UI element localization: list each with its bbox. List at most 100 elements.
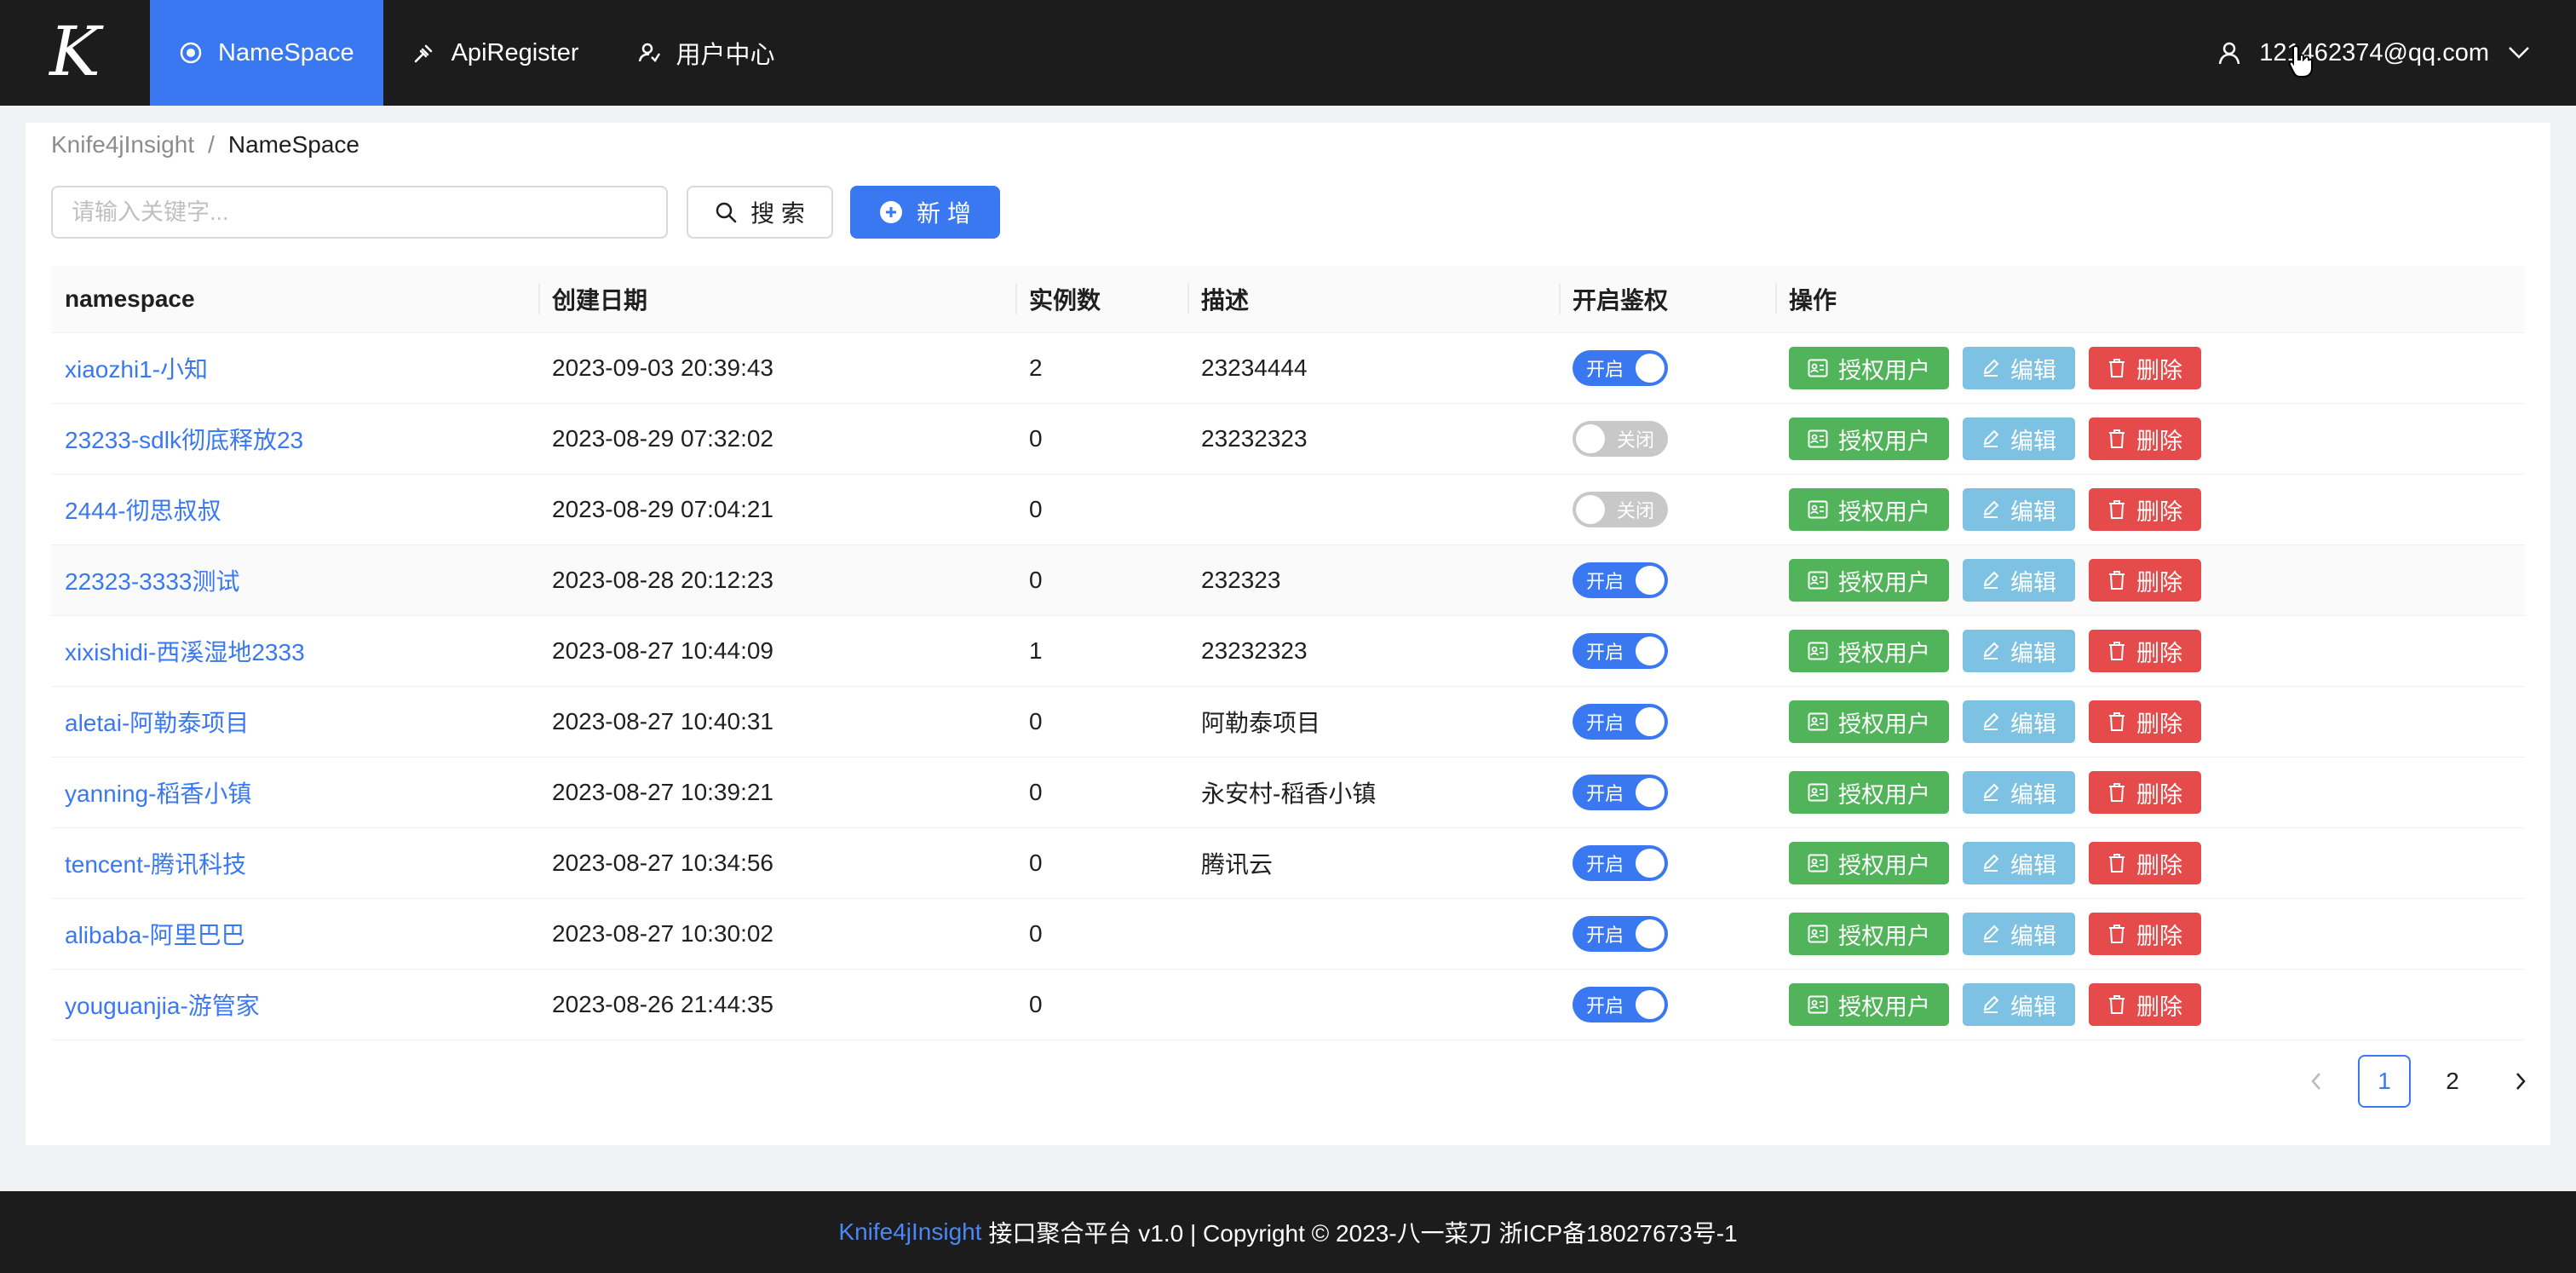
auth-toggle[interactable]: 开启 (1573, 916, 1668, 952)
nav-item-namespace[interactable]: NameSpace (150, 0, 383, 106)
auth-toggle[interactable]: 开启 (1573, 775, 1668, 810)
auth-toggle[interactable]: 关闭 (1573, 421, 1668, 457)
delete-button[interactable]: 删除 (2089, 700, 2201, 743)
namespace-link[interactable]: xixishidi-西溪湿地2333 (65, 639, 305, 665)
trash-icon (2107, 570, 2126, 590)
namespace-link[interactable]: 23233-sdlk彻底释放23 (65, 427, 303, 453)
created-date-cell: 2023-08-27 10:34:56 (552, 850, 773, 876)
namespace-link[interactable]: 22323-3333测试 (65, 568, 239, 595)
actions-cell: 授权用户 编辑 删除 (1775, 842, 2525, 884)
created-date-cell: 2023-08-26 21:44:35 (552, 991, 773, 1017)
auth-toggle[interactable]: 开启 (1573, 350, 1668, 386)
actions-cell: 授权用户 编辑 删除 (1775, 559, 2525, 602)
toggle-knob (1636, 778, 1665, 807)
edit-icon (1981, 712, 2000, 731)
instance-count-cell: 0 (1029, 496, 1043, 522)
page-1-button[interactable]: 1 (2358, 1055, 2411, 1108)
instance-count-cell: 2 (1029, 354, 1043, 381)
edit-button[interactable]: 编辑 (1963, 983, 2075, 1026)
description-cell: 腾讯云 (1201, 851, 1274, 878)
namespace-cell: yanning-稻香小镇 (51, 775, 538, 809)
authorize-users-button[interactable]: 授权用户 (1789, 418, 1949, 460)
edit-icon (1981, 783, 2000, 802)
delete-label: 删除 (2136, 357, 2182, 383)
delete-button[interactable]: 删除 (2089, 347, 2201, 389)
instance-count-cell: 0 (1029, 708, 1043, 734)
edit-button[interactable]: 编辑 (1963, 842, 2075, 884)
nav-item-user-center[interactable]: 用户中心 (608, 0, 804, 106)
table-header: namespace 创建日期 实例数 描述 开启鉴权 操作 (51, 266, 2525, 333)
edit-button[interactable]: 编辑 (1963, 771, 2075, 814)
delete-button[interactable]: 删除 (2089, 488, 2201, 531)
breadcrumb-root[interactable]: Knife4jInsight (51, 131, 194, 158)
delete-button[interactable]: 删除 (2089, 913, 2201, 955)
auth-toggle[interactable]: 开启 (1573, 562, 1668, 598)
edit-button[interactable]: 编辑 (1963, 488, 2075, 531)
footer-brand-link[interactable]: Knife4jInsight (838, 1218, 981, 1246)
authorize-users-button[interactable]: 授权用户 (1789, 913, 1949, 955)
svg-text:K: K (48, 19, 104, 87)
nav-item-apiregister[interactable]: ApiRegister (383, 0, 608, 106)
namespace-link[interactable]: alibaba-阿里巴巴 (65, 922, 245, 948)
namespace-link[interactable]: aletai-阿勒泰项目 (65, 710, 249, 736)
delete-button[interactable]: 删除 (2089, 771, 2201, 814)
authorize-users-label: 授权用户 (1838, 994, 1930, 1020)
created-date-cell: 2023-08-27 10:40:31 (552, 708, 773, 734)
delete-label: 删除 (2136, 994, 2182, 1020)
delete-button[interactable]: 删除 (2089, 630, 2201, 672)
delete-label: 删除 (2136, 781, 2182, 808)
toggle-knob (1636, 354, 1665, 383)
created-date-cell: 2023-08-29 07:04:21 (552, 496, 773, 522)
table-row: yanning-稻香小镇 2023-08-27 10:39:21 0 永安村-稻香小镇… (51, 757, 2525, 828)
authorize-users-button[interactable]: 授权用户 (1789, 771, 1949, 814)
auth-toggle[interactable]: 开启 (1573, 633, 1668, 669)
authorize-users-label: 授权用户 (1838, 357, 1930, 383)
user-menu[interactable]: 121462374@qq.com (2218, 0, 2530, 106)
description-cell: 23232323 (1201, 637, 1308, 664)
edit-label: 编辑 (2010, 357, 2056, 383)
namespace-link[interactable]: yanning-稻香小镇 (65, 781, 251, 807)
auth-toggle[interactable]: 开启 (1573, 987, 1668, 1022)
auth-toggle[interactable]: 开启 (1573, 704, 1668, 740)
edit-button[interactable]: 编辑 (1963, 700, 2075, 743)
page-2-button[interactable]: 2 (2426, 1055, 2479, 1108)
edit-button[interactable]: 编辑 (1963, 559, 2075, 602)
authorize-users-button[interactable]: 授权用户 (1789, 983, 1949, 1026)
edit-button[interactable]: 编辑 (1963, 630, 2075, 672)
created-date-cell: 2023-09-03 20:39:43 (552, 354, 773, 381)
description-cell: 23234444 (1201, 354, 1308, 381)
delete-button[interactable]: 删除 (2089, 559, 2201, 602)
actions-cell: 授权用户 编辑 删除 (1775, 771, 2525, 814)
search-button[interactable]: 搜 索 (687, 186, 833, 239)
authorize-users-button[interactable]: 授权用户 (1789, 700, 1949, 743)
edit-button[interactable]: 编辑 (1963, 418, 2075, 460)
instance-count-cell: 0 (1029, 850, 1043, 876)
auth-toggle[interactable]: 关闭 (1573, 492, 1668, 527)
actions-cell: 授权用户 编辑 删除 (1775, 418, 2525, 460)
trash-icon (2107, 924, 2126, 944)
description-cell: 23232323 (1201, 425, 1308, 452)
edit-button[interactable]: 编辑 (1963, 913, 2075, 955)
delete-button[interactable]: 删除 (2089, 983, 2201, 1026)
prev-page-button[interactable] (2290, 1055, 2343, 1108)
authorize-users-button[interactable]: 授权用户 (1789, 842, 1949, 884)
auth-toggle-label: 开启 (1586, 571, 1624, 592)
delete-button[interactable]: 删除 (2089, 418, 2201, 460)
next-page-button[interactable] (2494, 1055, 2547, 1108)
edit-button[interactable]: 编辑 (1963, 347, 2075, 389)
authorize-users-button[interactable]: 授权用户 (1789, 630, 1949, 672)
namespace-link[interactable]: youguanjia-游管家 (65, 993, 260, 1019)
pagination: 1 2 (2274, 1055, 2547, 1108)
add-button[interactable]: 新 增 (850, 186, 1000, 239)
namespace-link[interactable]: xiaozhi1-小知 (65, 356, 208, 383)
authorize-users-button[interactable]: 授权用户 (1789, 488, 1949, 531)
namespace-link[interactable]: 2444-彻思叔叔 (65, 498, 221, 524)
description-cell: 232323 (1201, 567, 1281, 593)
authorize-users-button[interactable]: 授权用户 (1789, 559, 1949, 602)
auth-toggle[interactable]: 开启 (1573, 845, 1668, 881)
search-input[interactable] (51, 186, 668, 239)
authorize-users-button[interactable]: 授权用户 (1789, 347, 1949, 389)
app-logo[interactable]: K (0, 0, 150, 106)
delete-button[interactable]: 删除 (2089, 842, 2201, 884)
namespace-link[interactable]: tencent-腾讯科技 (65, 851, 246, 878)
